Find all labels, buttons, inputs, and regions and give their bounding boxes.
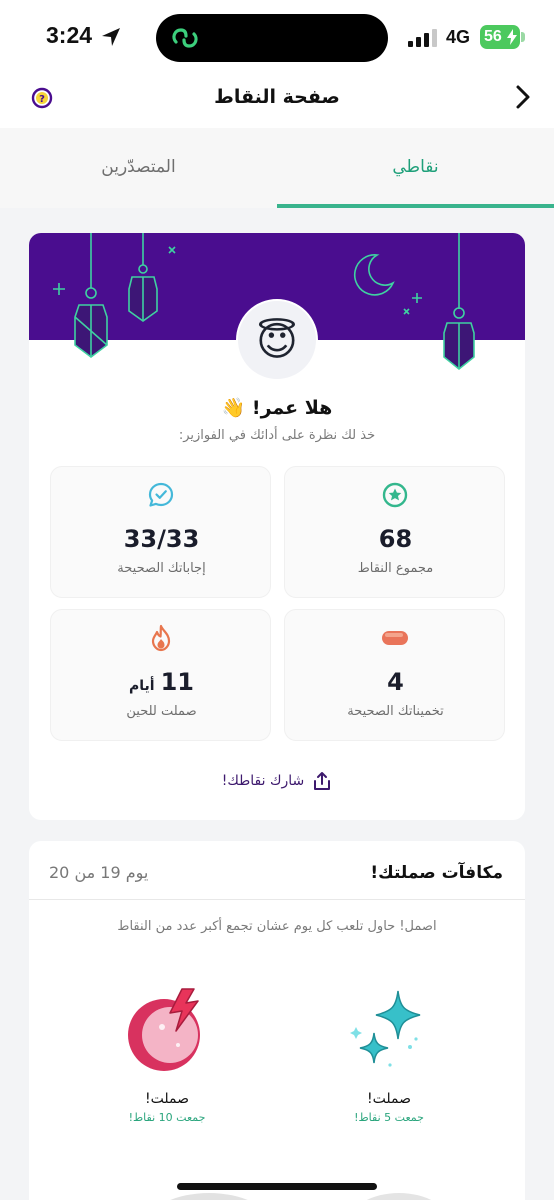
reward-subtitle: جمعت 10 نقاط! (128, 1111, 206, 1124)
reward-item-partial (149, 1193, 269, 1200)
stat-number: 11 (160, 668, 194, 696)
moon-lightning-icon (128, 988, 200, 1071)
home-indicator[interactable] (177, 1183, 377, 1190)
stat-value: 33/33 (123, 525, 200, 553)
share-label: شارك نقاطك! (221, 773, 305, 789)
stat-correct-answers: 33/33 إجاباتك الصحيحة (50, 466, 271, 598)
stat-total-points: 68 مجموع النقاط (284, 466, 505, 598)
tab-leaderboard[interactable]: المتصدّرين (0, 128, 277, 208)
sparkles-icon (350, 990, 421, 1067)
reward-item-partial (349, 1193, 449, 1200)
stat-label: مجموع النقاط (357, 561, 434, 576)
share-points-button[interactable]: شارك نقاطك! (29, 771, 525, 791)
stat-correct-guesses: 4 تخميناتك الصحيحة (284, 609, 505, 741)
reward-subtitle: جمعت 5 نقاط! (354, 1111, 424, 1124)
location-arrow-icon (102, 28, 120, 46)
battery-cap (521, 32, 525, 42)
status-time: 3:24 (46, 22, 93, 48)
chevron-right-icon[interactable] (512, 84, 534, 110)
star-badge-icon (382, 482, 408, 508)
dynamic-island (156, 14, 388, 62)
signal-icon (408, 29, 437, 47)
tab-bar: المتصدّرين نقاطي (0, 128, 554, 208)
battery-charging-icon (507, 29, 517, 45)
active-tab-indicator (277, 204, 554, 208)
greeting-text: هلا عمر! 👋 (221, 397, 333, 419)
streak-rewards-card: مكافآت صملتك! يوم 19 من 20 اصمل! حاول تل… (29, 841, 525, 1200)
reward-item: صملت! جمعت 5 نقاط! (309, 987, 469, 1124)
reward-title: صملت! (367, 1091, 411, 1107)
chat-check-icon (148, 482, 174, 507)
divider (29, 899, 525, 900)
battery-indicator: 56 (480, 25, 520, 49)
points-summary-card: 😇 هلا عمر! 👋 خذ لك نظرة على أدائك في الف… (29, 233, 525, 820)
share-icon (314, 772, 331, 790)
stat-value: 68 (378, 525, 413, 553)
date-fruit-icon (382, 631, 408, 645)
network-type: 4G (446, 27, 471, 47)
reward-item: صملت! جمعت 10 نقاط! (87, 987, 247, 1124)
page-title: صفحة النقاط (214, 86, 340, 108)
app-logo-icon (172, 28, 198, 48)
flame-icon (151, 624, 171, 652)
status-bar: 3:24 4G 56 (0, 0, 554, 76)
stat-streak: 11 أيام صملت للحين (50, 609, 271, 741)
stat-value: 11 أيام (51, 668, 272, 696)
stat-value: 4 (387, 668, 404, 696)
stat-label: إجاباتك الصحيحة (117, 561, 206, 576)
stat-label: تخميناتك الصحيحة (347, 704, 444, 719)
day-progress: يوم 19 من 20 (49, 863, 149, 882)
battery-level: 56 (484, 28, 502, 45)
reward-title: صملت! (145, 1091, 189, 1107)
rewards-description: اصمل! حاول تلعب كل يوم عشان تجمع أكبر عد… (117, 919, 437, 934)
page-header: ? صفحة النقاط (0, 76, 554, 128)
stat-unit: أيام (129, 678, 155, 694)
rewards-title: مكافآت صملتك! (370, 863, 503, 883)
tab-my-points[interactable]: نقاطي (277, 128, 554, 208)
avatar: 😇 (236, 299, 318, 381)
stat-label: صملت للحين (126, 704, 197, 719)
performance-subtitle: خذ لك نظرة على أدائك في الفوازير: (178, 428, 376, 443)
